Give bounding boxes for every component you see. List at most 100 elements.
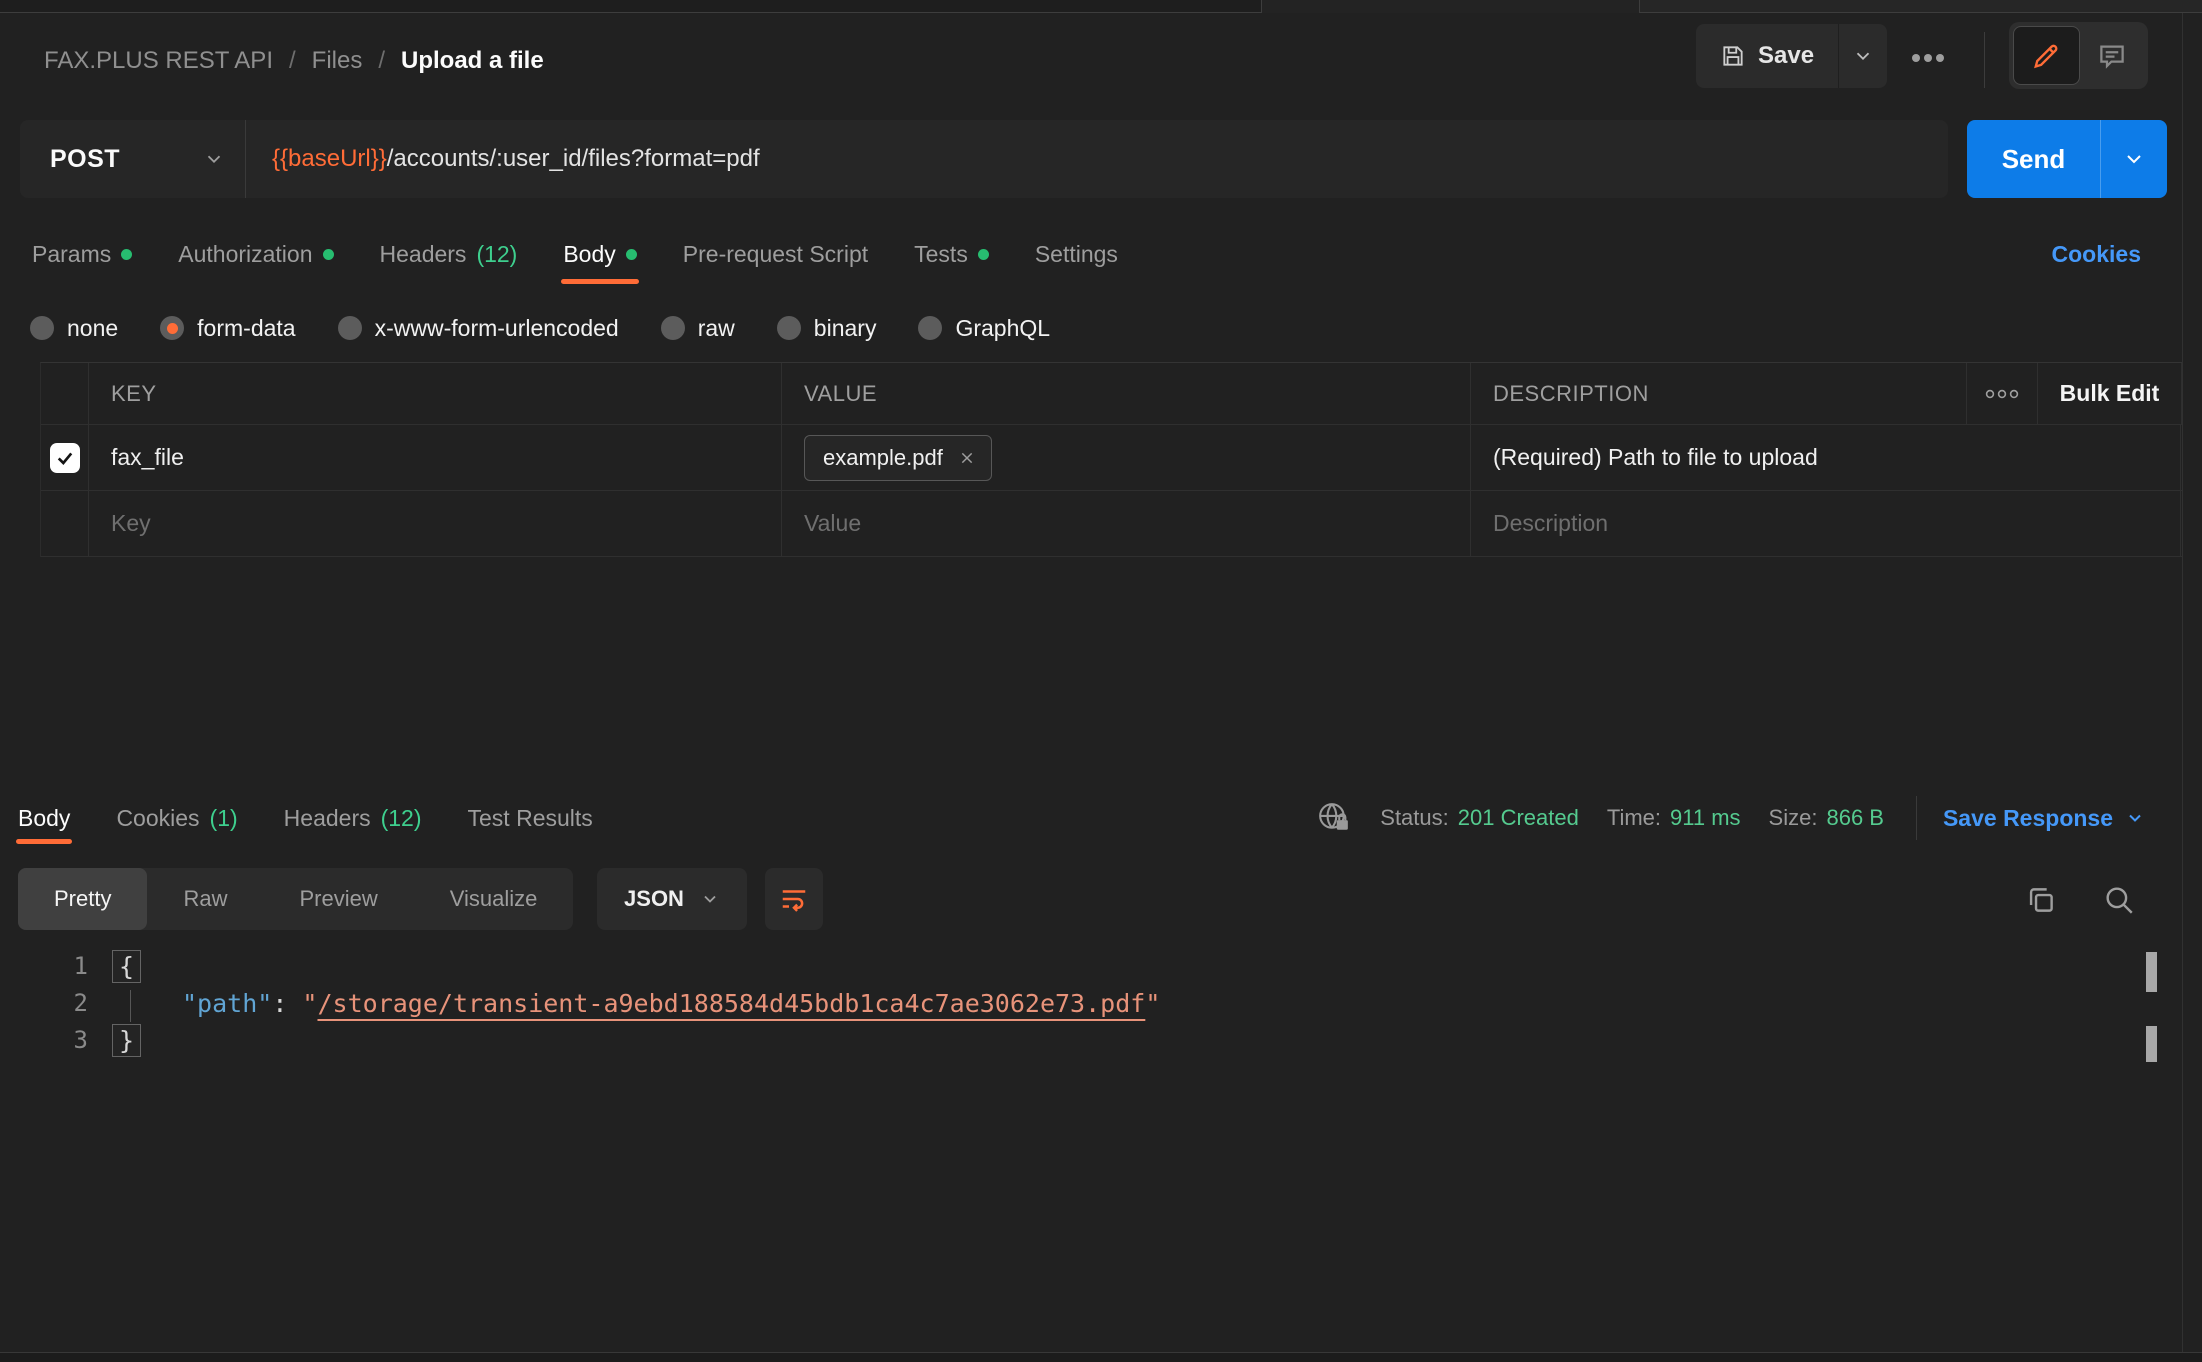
meta-divider (1916, 796, 1917, 840)
url-input[interactable]: {{baseUrl}}/accounts/:user_id/files?form… (246, 145, 760, 173)
mode-graphql[interactable]: GraphQL (918, 315, 1050, 342)
value-placeholder-input[interactable]: Value (804, 510, 861, 537)
green-dot-icon (626, 249, 637, 260)
breadcrumb-collection[interactable]: FAX.PLUS REST API (44, 47, 273, 75)
view-visualize[interactable]: Visualize (414, 868, 574, 930)
method-label: POST (50, 145, 120, 174)
response-body-viewer[interactable]: 1 { 2 "path": "/storage/transient-a9ebd1… (0, 948, 1160, 1059)
wrap-lines-button[interactable] (765, 868, 823, 930)
save-button[interactable]: Save (1696, 24, 1838, 88)
save-response-button[interactable]: Save Response (1943, 805, 2145, 832)
comments-button[interactable] (2080, 26, 2145, 85)
green-dot-icon (978, 249, 989, 260)
copy-response-button[interactable] (2018, 877, 2064, 923)
tab-label: Body (563, 241, 615, 268)
mode-none[interactable]: none (30, 315, 118, 342)
mode-label: none (67, 315, 118, 342)
mode-label: GraphQL (955, 315, 1050, 342)
tab-pre-request-script[interactable]: Pre-request Script (683, 241, 868, 268)
request-tabs: Params Authorization Headers (12) Body P… (0, 226, 1118, 282)
method-selector[interactable]: POST (20, 120, 245, 198)
mode-form-data[interactable]: form-data (160, 315, 295, 342)
column-options-button[interactable] (1967, 363, 2038, 424)
code-line: 3 } (0, 1022, 1160, 1059)
description-column-header: DESCRIPTION (1493, 381, 1649, 407)
response-tab-test-results[interactable]: Test Results (468, 805, 593, 832)
radio-icon (661, 316, 685, 340)
close-icon[interactable] (959, 450, 975, 466)
description-cell[interactable]: (Required) Path to file to upload (1493, 444, 1818, 471)
mode-binary[interactable]: binary (777, 315, 877, 342)
comment-icon (2097, 41, 2127, 71)
view-preview[interactable]: Preview (263, 868, 413, 930)
tab-label: Pre-request Script (683, 241, 868, 268)
tab-params[interactable]: Params (32, 241, 132, 268)
save-options-button[interactable] (1838, 24, 1887, 88)
status-label: Status: (1380, 805, 1448, 831)
send-options-button[interactable] (2100, 120, 2167, 198)
row-checkbox-checked[interactable] (50, 443, 80, 473)
response-tab-body[interactable]: Body (18, 805, 70, 832)
view-raw[interactable]: Raw (147, 868, 263, 930)
tab-label: Cookies (116, 805, 199, 832)
response-tab-cookies[interactable]: Cookies (1) (116, 805, 237, 832)
pane-right-border (2182, 13, 2183, 1352)
breadcrumb-request-name[interactable]: Upload a file (401, 47, 544, 75)
tab-count: (12) (476, 241, 517, 268)
send-button-group: Send (1967, 120, 2167, 198)
radio-icon (777, 316, 801, 340)
response-tabs: Body Cookies (1) Headers (12) Test Resul… (0, 792, 593, 844)
tab-tests[interactable]: Tests (914, 241, 989, 268)
more-actions-button[interactable] (1902, 38, 1954, 78)
description-placeholder-input[interactable]: Description (1493, 510, 1608, 537)
header-checkbox-cell (41, 363, 89, 424)
mode-label: raw (698, 315, 735, 342)
view-pretty[interactable]: Pretty (18, 868, 147, 930)
value-column-header: VALUE (804, 381, 877, 407)
breadcrumb-folder[interactable]: Files (312, 47, 363, 75)
fold-open-brace[interactable]: { (112, 950, 141, 983)
response-tab-headers[interactable]: Headers (12) (284, 805, 422, 832)
cookies-link[interactable]: Cookies (2052, 226, 2141, 282)
json-quote: " (302, 985, 317, 1022)
body-mode-selector: none form-data x-www-form-urlencoded raw… (0, 300, 1050, 356)
fold-close-brace[interactable]: } (112, 1024, 141, 1057)
tab-headers[interactable]: Headers (12) (380, 241, 518, 268)
network-globe-icon[interactable] (1316, 800, 1352, 836)
json-link-value[interactable]: /storage/transient-a9ebd188584d45bdb1ca4… (317, 985, 1145, 1022)
mode-raw[interactable]: raw (661, 315, 735, 342)
tab-label: Authorization (178, 241, 312, 268)
send-button[interactable]: Send (1967, 120, 2100, 198)
key-cell[interactable]: fax_file (111, 444, 184, 471)
table-header-row: KEY VALUE DESCRIPTION Bulk Edit (41, 363, 2183, 425)
tab-body[interactable]: Body (563, 241, 636, 268)
key-column-header: KEY (111, 381, 157, 407)
url-base-variable: {{baseUrl}} (272, 145, 387, 172)
language-dropdown[interactable]: JSON (597, 868, 747, 930)
chevron-down-icon (1852, 45, 1874, 67)
send-button-label: Send (2002, 144, 2066, 175)
empty-checkbox-cell (41, 491, 89, 556)
file-chip[interactable]: example.pdf (804, 435, 992, 481)
search-response-button[interactable] (2096, 877, 2142, 923)
url-path: /accounts/:user_id/files?format=pdf (387, 145, 760, 172)
mode-x-www-form-urlencoded[interactable]: x-www-form-urlencoded (338, 315, 619, 342)
tab-authorization[interactable]: Authorization (178, 241, 333, 268)
scrollbar-mark[interactable] (2146, 1026, 2157, 1062)
size-label: Size: (1769, 805, 1818, 831)
status-value: 201 Created (1458, 805, 1579, 831)
save-icon (1720, 43, 1746, 69)
scrollbar-mark[interactable] (2146, 952, 2157, 992)
bulk-edit-button[interactable]: Bulk Edit (2038, 363, 2182, 424)
tab-label: Headers (380, 241, 467, 268)
save-button-label: Save (1758, 42, 1814, 70)
tab-settings[interactable]: Settings (1035, 241, 1118, 268)
copy-icon (2024, 883, 2058, 917)
code-line: 1 { (0, 948, 1160, 985)
breadcrumb-separator: / (378, 47, 385, 75)
line-number: 3 (0, 1022, 88, 1059)
tab-count: (1) (210, 805, 238, 832)
key-placeholder-input[interactable]: Key (111, 510, 151, 537)
edit-mode-button[interactable] (2013, 26, 2080, 85)
pencil-icon (2031, 41, 2061, 71)
